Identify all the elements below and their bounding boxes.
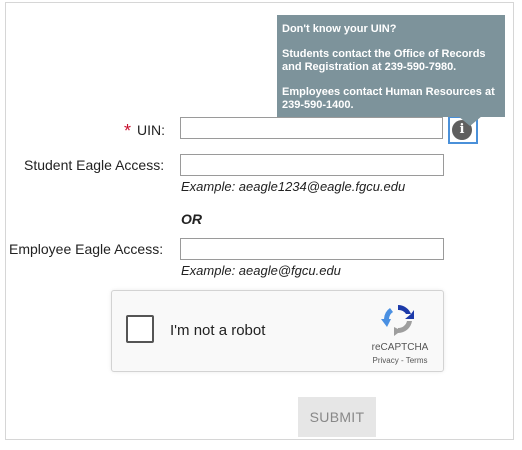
recaptcha-brand: reCAPTCHA: [371, 342, 429, 353]
uin-help-tooltip: Don't know your UIN? Students contact th…: [277, 15, 505, 117]
student-example-text: Example: aeagle1234@eagle.fgcu.edu: [181, 179, 406, 194]
recaptcha-links: Privacy - Terms: [354, 356, 446, 365]
uin-input[interactable]: [180, 117, 443, 139]
tooltip-title: Don't know your UIN?: [282, 23, 397, 35]
employee-example-text: Example: aeagle@fgcu.edu: [181, 263, 341, 278]
student-eagle-access-label: Student Eagle Access:: [24, 157, 165, 173]
or-separator: OR: [181, 211, 202, 227]
employee-eagle-access-label: Employee Eagle Access:: [9, 241, 164, 257]
recaptcha-checkbox[interactable]: [126, 315, 154, 343]
tooltip-students: Students contact the Office of Records a…: [282, 48, 486, 73]
uin-label: UIN:: [137, 122, 166, 138]
recaptcha-label: I'm not a robot: [170, 322, 266, 339]
tooltip-employees: Employees contact Human Resources at 239…: [282, 86, 495, 111]
recaptcha-link-separator: -: [398, 356, 406, 365]
student-eagle-access-input[interactable]: [180, 154, 444, 176]
employee-eagle-access-input[interactable]: [180, 238, 444, 260]
recaptcha-privacy-link[interactable]: Privacy: [373, 356, 399, 365]
submit-button[interactable]: SUBMIT: [298, 397, 376, 437]
recaptcha-terms-link[interactable]: Terms: [406, 356, 428, 365]
uin-label-row: * UIN:: [124, 119, 166, 141]
tooltip-arrow: [458, 116, 482, 126]
required-marker: *: [124, 121, 132, 141]
recaptcha-widget: I'm not a robot reCAPTCHA Privacy - Term…: [111, 290, 444, 372]
recaptcha-logo-icon: [381, 305, 414, 336]
